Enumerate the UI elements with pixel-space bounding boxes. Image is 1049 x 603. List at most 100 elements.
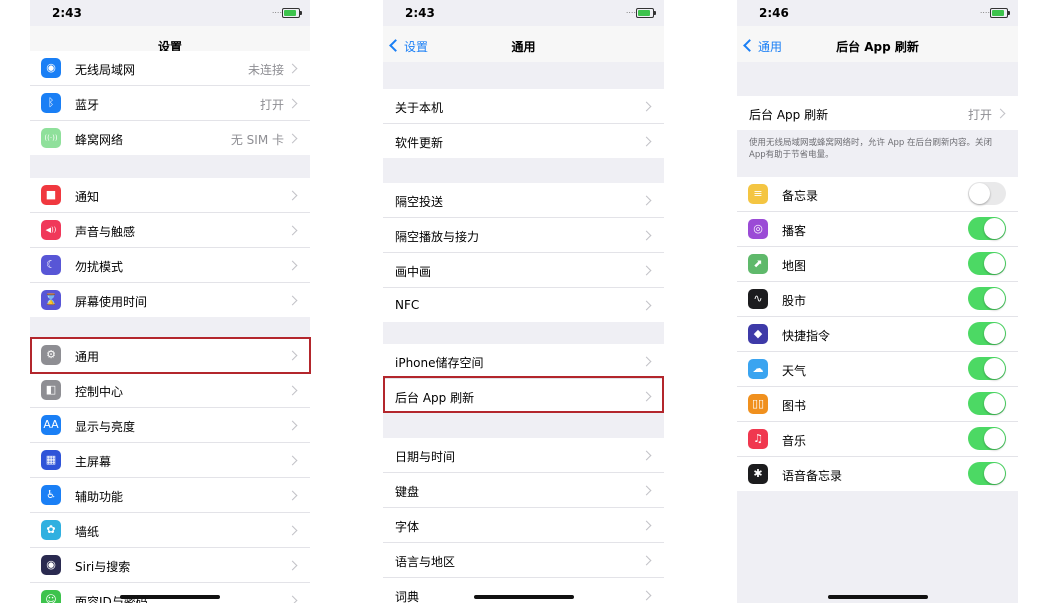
chevron-right-icon (641, 555, 652, 566)
accessibility-icon: ♿ (41, 485, 61, 505)
status-bar: 2:43 .... (30, 0, 310, 26)
display-icon: AA (41, 415, 61, 435)
podcasts-icon: ◎ (748, 219, 768, 239)
general-row[interactable]: 词典 (383, 578, 664, 603)
app-label: 快捷指令 (782, 329, 831, 343)
general-row[interactable]: 字体 (383, 508, 664, 543)
app-refresh-row: ☁ 天气 (737, 352, 1018, 387)
chevron-right-icon (287, 98, 298, 109)
background-refresh-row[interactable]: 后台 App 刷新 打开 (737, 96, 1018, 130)
app-label: 播客 (782, 224, 807, 238)
settings-row[interactable]: AA 显示与亮度 (30, 408, 310, 443)
chevron-right-icon (287, 455, 298, 466)
general-row[interactable]: 软件更新 (383, 124, 664, 158)
sound-icon: ◀)) (41, 220, 61, 240)
highlight-background-refresh (383, 376, 664, 413)
chevron-right-icon (287, 595, 298, 603)
app-label: 语音备忘录 (782, 469, 843, 483)
row-label: 字体 (395, 520, 420, 534)
row-label: 控制中心 (75, 385, 124, 399)
settings-row[interactable]: ◉ Siri与搜索 (30, 548, 310, 583)
app-refresh-row: ◆ 快捷指令 (737, 317, 1018, 352)
wallpaper-icon: ✿ (41, 520, 61, 540)
chevron-right-icon (287, 295, 298, 306)
app-refresh-row: ◎ 播客 (737, 212, 1018, 247)
general-group-datetime: 日期与时间 键盘字体语言与地区 词典 (383, 438, 664, 603)
chevron-right-icon (287, 63, 298, 74)
app-refresh-toggle[interactable] (968, 462, 1006, 485)
chevron-right-icon (287, 490, 298, 501)
bluetooth-icon: ᛒ (41, 93, 61, 113)
general-row[interactable]: 关于本机 (383, 89, 664, 124)
general-row[interactable]: 日期与时间 (383, 438, 664, 473)
row-label: 通知 (75, 190, 100, 204)
chevron-right-icon (641, 230, 652, 241)
row-label: NFC (395, 298, 420, 312)
general-row[interactable]: iPhone储存空间 (383, 344, 664, 379)
app-refresh-row: ⬈ 地图 (737, 247, 1018, 282)
refresh-main-group: 后台 App 刷新 打开 (737, 96, 1018, 130)
settings-row[interactable]: ■ 通知 (30, 178, 310, 213)
settings-row[interactable]: ☺ 面容ID与密码 (30, 583, 310, 603)
app-refresh-toggle[interactable] (968, 357, 1006, 380)
notes-icon: ≡ (748, 184, 768, 204)
settings-group-notify: ■ 通知 ◀)) 声音与触感 ☾ 勿扰模式 ⌛ 屏幕使用时间 (30, 178, 310, 317)
settings-row[interactable]: ◧ 控制中心 (30, 373, 310, 408)
shortcuts-icon: ◆ (748, 324, 768, 344)
home-screen-icon: ▦ (41, 450, 61, 470)
highlight-general (30, 337, 311, 374)
settings-row[interactable]: ⌛ 屏幕使用时间 (30, 283, 310, 317)
signal-indicator: .... (271, 6, 282, 15)
app-refresh-toggle[interactable] (968, 287, 1006, 310)
app-refresh-toggle[interactable] (968, 392, 1006, 415)
settings-row[interactable]: ✿ 墙纸 (30, 513, 310, 548)
settings-row[interactable]: ◀)) 声音与触感 (30, 213, 310, 248)
general-row[interactable]: 隔空播放与接力 (383, 218, 664, 253)
row-value: 未连接 (247, 63, 284, 77)
chevron-right-icon (287, 525, 298, 536)
app-refresh-toggle[interactable] (968, 217, 1006, 240)
app-refresh-toggle[interactable] (968, 322, 1006, 345)
row-label: 蓝牙 (75, 98, 100, 112)
general-row[interactable]: 语言与地区 (383, 543, 664, 578)
settings-row[interactable]: ☾ 勿扰模式 (30, 248, 310, 283)
battery-icon (636, 8, 656, 18)
app-label: 地图 (782, 259, 807, 273)
app-refresh-row: ♫ 音乐 (737, 422, 1018, 457)
chevron-right-icon (641, 485, 652, 496)
general-row[interactable]: 隔空投送 (383, 183, 664, 218)
general-row[interactable]: 画中画 (383, 253, 664, 288)
row-label: 主屏幕 (75, 455, 112, 469)
app-refresh-toggle[interactable] (968, 427, 1006, 450)
row-label: 声音与触感 (75, 225, 136, 239)
settings-row[interactable]: ((·)) 蜂窝网络 无 SIM 卡 (30, 121, 310, 155)
app-refresh-toggle[interactable] (968, 252, 1006, 275)
chevron-right-icon (287, 225, 298, 236)
settings-group-network: ◉ 无线局域网 未连接 ᛒ 蓝牙 打开 ((·)) 蜂窝网络 无 SIM 卡 (30, 51, 310, 155)
moon-icon: ☾ (41, 255, 61, 275)
refresh-description: 使用无线局域网或蜂窝网络时，允许 App 在后台刷新内容。关闭App有助于节省电… (749, 138, 993, 160)
chevron-right-icon (287, 260, 298, 271)
settings-row[interactable]: ▦ 主屏幕 (30, 443, 310, 478)
row-label: 辅助功能 (75, 490, 124, 504)
app-label: 天气 (782, 364, 807, 378)
app-refresh-row: ≡ 备忘录 (737, 177, 1018, 212)
weather-icon: ☁ (748, 359, 768, 379)
general-group-about: 关于本机软件更新 (383, 89, 664, 158)
settings-group-general: ⚙ 通用 ◧ 控制中心 AA 显示与亮度 ▦ 主屏幕 ♿ 辅助功能 ✿ 墙纸 ◉ Siri与搜索 ☺ 面容ID… (30, 338, 310, 603)
notification-icon: ■ (41, 185, 61, 205)
row-label: 关于本机 (395, 101, 444, 115)
settings-row[interactable]: ◉ 无线局域网 未连接 (30, 51, 310, 86)
books-icon: ▯▯ (748, 394, 768, 414)
siri-icon: ◉ (41, 555, 61, 575)
general-row[interactable]: NFC (383, 288, 664, 322)
app-refresh-toggle[interactable] (968, 182, 1006, 205)
settings-row[interactable]: ᛒ 蓝牙 打开 (30, 86, 310, 121)
faceid-icon: ☺ (41, 590, 61, 603)
chevron-right-icon (641, 101, 652, 112)
music-icon: ♫ (748, 429, 768, 449)
nav-bar: 设置 通用 (383, 26, 664, 62)
status-bar: 2:43 .... (383, 0, 664, 26)
settings-row[interactable]: ♿ 辅助功能 (30, 478, 310, 513)
general-row[interactable]: 键盘 (383, 473, 664, 508)
